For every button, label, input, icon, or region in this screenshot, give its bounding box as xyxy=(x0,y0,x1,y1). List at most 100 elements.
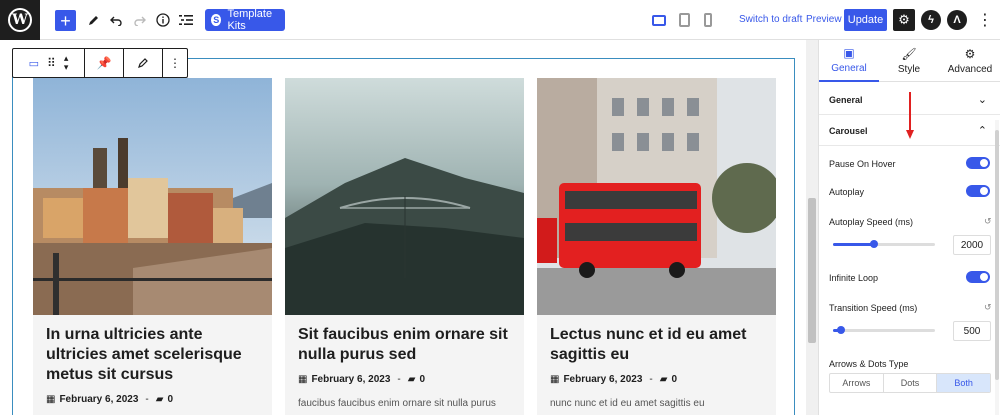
post-date: February 6, 2023 xyxy=(563,374,643,385)
tab-general-label: General xyxy=(831,63,867,74)
post-excerpt: nunc nunc et id eu amet sagittis eu xyxy=(550,398,705,409)
post-title[interactable]: Lectus nunc et id eu amet sagittis eu xyxy=(550,325,765,365)
autoplay-speed-slider[interactable] xyxy=(833,240,935,248)
more-options-icon: ⋮ xyxy=(169,56,181,70)
post-card[interactable]: Sit faucibus enim ornare sit nulla purus… xyxy=(285,78,524,415)
list-view-icon xyxy=(179,15,193,25)
block-more-options-button[interactable]: ⋮ xyxy=(163,49,187,77)
autoplay-speed-input[interactable]: 2000 xyxy=(953,235,991,255)
post-card[interactable]: Lectus nunc et id eu amet sagittis eu ▦ … xyxy=(537,78,776,415)
tab-advanced[interactable]: ⚙ Advanced xyxy=(939,40,1000,82)
pin-icon: 📌 xyxy=(96,56,112,70)
post-thumbnail-image[interactable] xyxy=(285,78,524,315)
autoplay-speed-label: Autoplay Speed (ms) xyxy=(829,217,914,227)
canvas-scrollbar-thumb[interactable] xyxy=(808,198,816,343)
post-card[interactable]: In urna ultricies ante ultricies amet sc… xyxy=(33,78,272,415)
comment-icon: ▰ xyxy=(407,374,416,385)
plus-icon: + xyxy=(60,10,71,31)
option-arrows[interactable]: Arrows xyxy=(830,374,884,392)
block-editor: W + S Template Kits Switch to draft Prev… xyxy=(0,0,1000,415)
canvas-scrollbar[interactable] xyxy=(806,40,818,415)
tab-style-label: Style xyxy=(897,64,921,75)
details-button[interactable] xyxy=(155,9,171,31)
carousel-section-title: Carousel xyxy=(829,125,868,136)
comment-icon: ▰ xyxy=(659,374,668,385)
post-meta: ▦ February 6, 2023 - ▰ 0 xyxy=(298,374,425,385)
autoplay-speed-reset-icon[interactable]: ↺ xyxy=(984,216,992,227)
calendar-icon: ▦ xyxy=(550,374,560,385)
preview-link[interactable]: Preview xyxy=(806,14,842,25)
add-block-button[interactable]: + xyxy=(55,10,76,31)
general-icon: ▣ xyxy=(843,46,855,60)
option-dots[interactable]: Dots xyxy=(884,374,938,392)
plugin-a-button[interactable]: Λ xyxy=(947,10,967,30)
post-title[interactable]: Sit faucibus enim ornare sit nulla purus… xyxy=(298,325,513,365)
meta-separator: - xyxy=(397,374,401,385)
autoplay-toggle[interactable] xyxy=(966,185,990,197)
transition-speed-slider[interactable] xyxy=(833,326,935,334)
tab-advanced-label: Advanced xyxy=(947,64,993,75)
wordpress-logo-icon: W xyxy=(8,8,32,32)
move-up-down-icon[interactable]: ▴ ▾ xyxy=(64,54,69,72)
style-brush-icon: 🖌 xyxy=(901,47,917,61)
transition-speed-input[interactable]: 500 xyxy=(953,321,991,341)
sidebar-scrollbar-thumb[interactable] xyxy=(995,130,999,380)
tools-button[interactable] xyxy=(86,9,100,31)
block-toolbar: ▭ ⠿ ▴ ▾ 📌 ⋮ xyxy=(12,48,188,78)
comment-icon: ▰ xyxy=(155,394,164,405)
template-kits-icon: S xyxy=(211,14,222,26)
switch-to-draft-link[interactable]: Switch to draft xyxy=(739,14,802,25)
options-menu-button[interactable]: ⋮ xyxy=(977,10,993,30)
comment-count: 0 xyxy=(419,374,425,385)
post-thumbnail-image[interactable] xyxy=(33,78,272,315)
redo-button[interactable] xyxy=(132,9,146,31)
option-both[interactable]: Both xyxy=(937,374,991,392)
template-kits-button[interactable]: S Template Kits xyxy=(205,8,285,32)
mobile-preview-button[interactable] xyxy=(700,12,716,28)
editor-top-bar: W + S Template Kits Switch to draft Prev… xyxy=(0,0,1000,40)
post-thumbnail-image[interactable] xyxy=(537,78,776,315)
pin-button[interactable]: 📌 xyxy=(85,49,124,77)
comment-count: 0 xyxy=(671,374,677,385)
transition-speed-reset-icon[interactable]: ↺ xyxy=(984,302,992,313)
desktop-icon xyxy=(652,14,666,26)
carousel-block-icon[interactable]: ▭ xyxy=(29,57,39,70)
tablet-preview-button[interactable] xyxy=(676,12,692,28)
chevron-down-icon: ⌄ xyxy=(977,94,987,106)
autoplay-speed-fill xyxy=(833,243,874,246)
edit-button[interactable] xyxy=(124,49,163,77)
tab-style[interactable]: 🖌 Style xyxy=(879,40,939,82)
annotation-arrow-icon xyxy=(906,92,914,139)
calendar-icon: ▦ xyxy=(46,394,56,405)
pause-on-hover-label: Pause On Hover xyxy=(829,159,896,169)
transition-speed-label: Transition Speed (ms) xyxy=(829,303,918,313)
list-view-button[interactable] xyxy=(178,9,194,31)
settings-button[interactable]: ⚙ xyxy=(893,9,915,31)
vertical-ellipsis-icon: ⋮ xyxy=(977,12,993,29)
post-date: February 6, 2023 xyxy=(311,374,391,385)
pause-on-hover-toggle[interactable] xyxy=(966,157,990,169)
edit-icon xyxy=(138,58,148,68)
infinite-loop-toggle[interactable] xyxy=(966,271,990,283)
block-type-group: ▭ ⠿ ▴ ▾ xyxy=(13,49,85,77)
sidebar-scrollbar[interactable] xyxy=(995,120,999,415)
desktop-preview-button[interactable] xyxy=(651,12,667,28)
plugin-bolt-button[interactable]: ϟ xyxy=(921,10,941,30)
tab-general[interactable]: ▣ General xyxy=(819,40,879,82)
chevron-up-icon: ⌃ xyxy=(977,125,987,137)
post-meta: ▦ February 6, 2023 - ▰ 0 xyxy=(550,374,677,385)
triangle-a-icon: Λ xyxy=(953,14,961,26)
autoplay-speed-handle[interactable] xyxy=(869,240,878,248)
template-kits-label: Template Kits xyxy=(227,8,273,32)
meta-separator: - xyxy=(145,394,149,405)
wordpress-logo-button[interactable]: W xyxy=(0,0,40,40)
sidebar-tabs: ▣ General 🖌 Style ⚙ Advanced xyxy=(819,40,1000,82)
mobile-icon xyxy=(704,13,712,27)
calendar-icon: ▦ xyxy=(298,374,308,385)
drag-handle-icon[interactable]: ⠿ xyxy=(47,56,56,70)
update-button[interactable]: Update xyxy=(844,9,887,31)
post-title[interactable]: In urna ultricies ante ultricies amet sc… xyxy=(46,325,261,385)
transition-speed-handle[interactable] xyxy=(837,326,846,334)
undo-button[interactable] xyxy=(109,9,123,31)
redo-icon xyxy=(133,16,146,26)
